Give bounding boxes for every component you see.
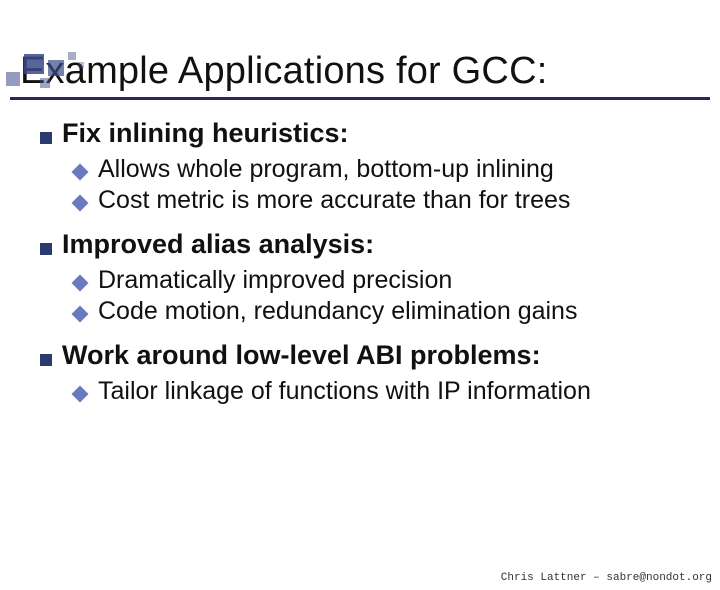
square-bullet-icon xyxy=(40,243,52,255)
bullet-level1: Work around low-level ABI problems: xyxy=(40,340,700,371)
bullet-level2: Code motion, redundancy elimination gain… xyxy=(74,297,700,326)
bullet-level1: Improved alias analysis: xyxy=(40,229,700,260)
diamond-bullet-icon xyxy=(72,275,89,292)
bullet-level2: Tailor linkage of functions with IP info… xyxy=(74,377,700,406)
slide-content: Fix inlining heuristics: Allows whole pr… xyxy=(40,118,700,406)
heading-text: Fix inlining heuristics: xyxy=(62,118,349,149)
title-divider xyxy=(10,97,710,100)
footer-credit: Chris Lattner – sabre@nondot.org xyxy=(501,572,712,584)
heading-text: Improved alias analysis: xyxy=(62,229,374,260)
corner-decoration xyxy=(0,50,140,90)
bullet-level1: Fix inlining heuristics: xyxy=(40,118,700,149)
diamond-bullet-icon xyxy=(72,164,89,181)
square-bullet-icon xyxy=(40,354,52,366)
item-text: Tailor linkage of functions with IP info… xyxy=(98,377,591,406)
item-text: Dramatically improved precision xyxy=(98,266,452,295)
bullet-level2: Dramatically improved precision xyxy=(74,266,700,295)
bullet-level2: Cost metric is more accurate than for tr… xyxy=(74,186,700,215)
bullet-level2: Allows whole program, bottom-up inlining xyxy=(74,155,700,184)
item-text: Code motion, redundancy elimination gain… xyxy=(98,297,577,326)
heading-text: Work around low-level ABI problems: xyxy=(62,340,541,371)
diamond-bullet-icon xyxy=(72,386,89,403)
item-text: Cost metric is more accurate than for tr… xyxy=(98,186,570,215)
diamond-bullet-icon xyxy=(72,195,89,212)
item-text: Allows whole program, bottom-up inlining xyxy=(98,155,554,184)
diamond-bullet-icon xyxy=(72,306,89,323)
square-bullet-icon xyxy=(40,132,52,144)
